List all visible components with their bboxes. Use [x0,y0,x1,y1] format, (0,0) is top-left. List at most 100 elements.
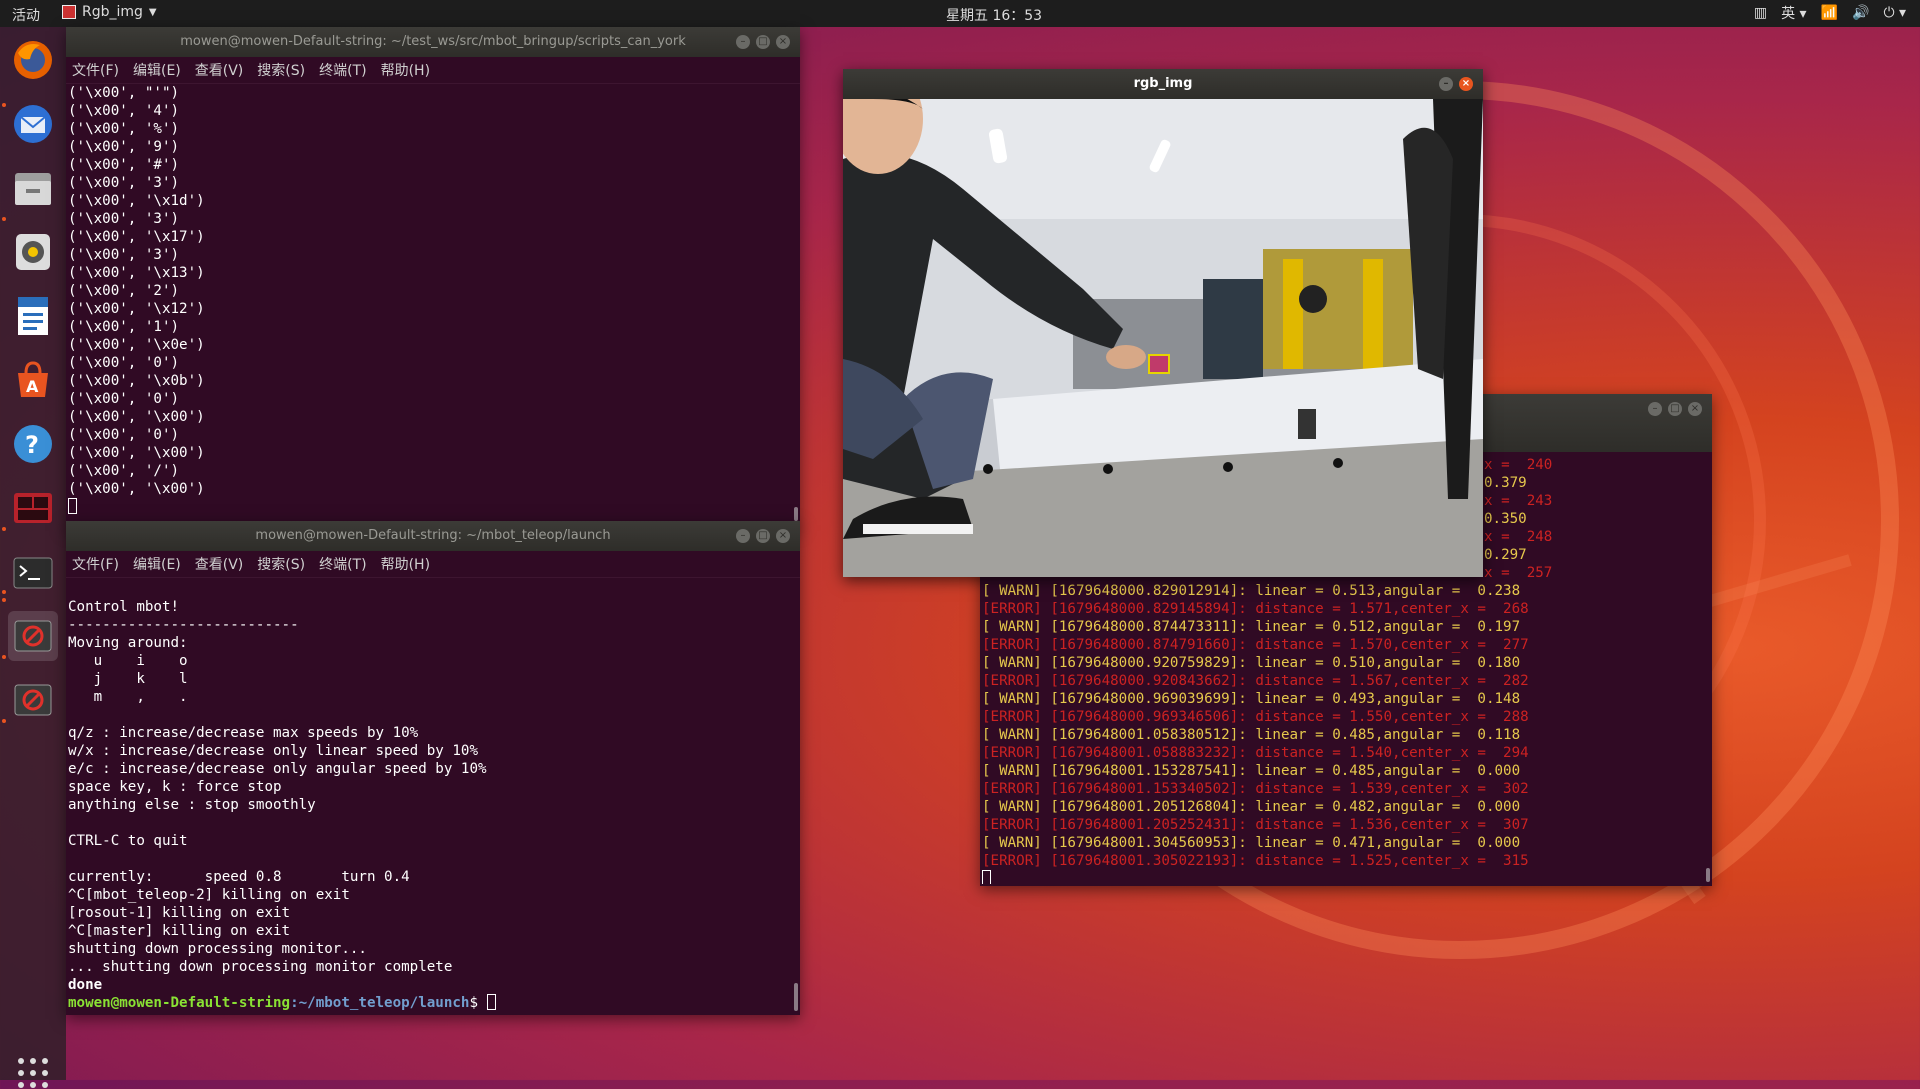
terminal-line: [ERROR] [1679648001.153340502]: distance… [982,781,1529,797]
writer-icon[interactable] [8,291,58,341]
maximize-button[interactable]: □ [756,35,770,49]
menu-search[interactable]: 搜索(S) [257,60,305,80]
input-method-indicator[interactable]: 英 ▾ [1781,3,1806,23]
show-apps-icon[interactable] [17,1057,49,1089]
terminal-line: ... shutting down processing monitor com… [68,959,453,975]
menu-view[interactable]: 查看(V) [195,554,244,574]
minimize-button[interactable]: – [1439,77,1453,91]
network-monitor-icon[interactable]: ▥ [1754,5,1767,21]
chevron-down-icon: ▼ [148,6,157,18]
software-center-icon[interactable]: A [8,355,58,405]
minimize-button[interactable]: – [736,529,750,543]
window-titlebar[interactable]: mowen@mowen-Default-string: ~/mbot_teleo… [66,521,800,551]
blocked-app-icon[interactable] [8,611,58,661]
maximize-button[interactable]: □ [1668,402,1682,416]
firefox-icon[interactable] [8,35,58,85]
terminal-line: ('\x00', '0') [68,355,180,371]
menu-view[interactable]: 查看(V) [195,60,244,80]
activities-button[interactable]: 活动 [12,5,40,25]
terminal-output[interactable]: ('\x00', "'") ('\x00', '4') ('\x00', '%') (… [66,84,800,524]
terminal-line: [ WARN] [1679648001.058380512]: linear =… [982,727,1521,743]
terminal-line: [ WARN] [1679648000.874473311]: linear =… [982,619,1521,635]
terminal-line: ('\x00', '\x00') [68,445,205,461]
scrollbar[interactable] [794,983,798,1011]
terminal-line: ('\x00', "'") [68,85,180,101]
prompt-path: :~/mbot_teleop/launch [290,995,470,1010]
terminal-line: [ WARN] [1679648001.304560953]: linear =… [982,835,1521,851]
help-icon[interactable]: ? [8,419,58,469]
rgb-image-window[interactable]: rgb_img – × [843,69,1483,577]
terminal-line: shutting down processing monitor... [68,941,367,957]
text-cursor [486,994,496,1010]
volume-icon[interactable]: 🔊 [1852,5,1869,21]
minimize-button[interactable]: – [736,35,750,49]
window-titlebar[interactable]: mowen@mowen-Default-string: ~/test_ws/sr… [66,27,800,57]
terminal-window-bringup[interactable]: mowen@mowen-Default-string: ~/test_ws/sr… [66,27,800,527]
menu-file[interactable]: 文件(F) [72,60,119,80]
terminal-line: q/z : increase/decrease max speeds by 10… [68,725,419,741]
app-menu[interactable]: Rgb_img ▼ [62,4,157,20]
terminal-line: j k l [68,671,188,687]
terminal-line: ('\x00', '0') [68,427,180,443]
close-button[interactable]: × [1688,402,1702,416]
maximize-button[interactable]: □ [756,529,770,543]
thunderbird-icon[interactable] [8,99,58,149]
terminal-output[interactable]: Control mbot! ---------------------------… [66,578,800,1010]
close-button[interactable]: × [1459,77,1473,91]
minimize-button[interactable]: – [1648,402,1662,416]
text-cursor [68,498,77,514]
terminal-window-teleop[interactable]: mowen@mowen-Default-string: ~/mbot_teleo… [66,521,800,1015]
terminal-line: ('\x00', '\x13') [68,265,205,281]
terminal-line: ^C[master] killing on exit [68,923,291,939]
window-title: rgb_img [1133,76,1193,91]
menu-help[interactable]: 帮助(H) [381,554,430,574]
terminal-line: ('\x00', '\x0e') [68,337,205,353]
menu-help[interactable]: 帮助(H) [381,60,430,80]
terminal-line: [ERROR] [1679648000.829145894]: distance… [982,601,1529,617]
terminal-line: ('\x00', '\x12') [68,301,205,317]
terminal-line: CTRL-C to quit [68,833,188,849]
wifi-icon[interactable]: 📶 [1821,5,1838,21]
terminal-line: [ERROR] [1679648001.058883232]: distance… [982,745,1529,761]
scrollbar[interactable] [1706,868,1710,882]
terminal-line: ('\x00', '\x17') [68,229,205,245]
blocked-app-icon-2[interactable] [8,675,58,725]
shell-prompt[interactable]: mowen@mowen-Default-string:~/mbot_teleop… [68,994,800,1010]
terminal-line: [ERROR] [1679648001.205252431]: distance… [982,817,1529,833]
menu-search[interactable]: 搜索(S) [257,554,305,574]
close-button[interactable]: × [776,35,790,49]
window-titlebar[interactable]: rgb_img – × [843,69,1483,99]
terminal-line: e/c : increase/decrease only angular spe… [68,761,487,777]
text-cursor [982,870,991,884]
terminal-line: [rosout-1] killing on exit [68,905,291,921]
terminal-line: ('\x00', '\x00') [68,409,205,425]
svg-text:A: A [26,377,39,396]
close-button[interactable]: × [776,529,790,543]
menu-terminal[interactable]: 终端(T) [319,554,366,574]
terminal-line: w/x : increase/decrease only linear spee… [68,743,478,759]
power-icon[interactable]: ⏻ ▾ [1883,5,1906,21]
terminal-icon[interactable] [8,548,58,598]
rhythmbox-icon[interactable] [8,227,58,277]
terminal-line: ('\x00', '1') [68,319,180,335]
terminal-line: [ WARN] [1679648001.205126804]: linear =… [982,799,1521,815]
menu-edit[interactable]: 编辑(E) [133,60,181,80]
terminal-line: space key, k : force stop [68,779,282,795]
terminal-line: anything else : stop smoothly [68,797,316,813]
menu-file[interactable]: 文件(F) [72,554,119,574]
terminal-line: ('\x00', '\x00') [68,481,205,497]
terminal-line: ('\x00', '3') [68,211,180,227]
scrollbar[interactable] [794,507,798,521]
files-icon[interactable] [8,163,58,213]
clock[interactable]: 星期五 16：53 [946,5,1042,25]
app-menu-label: Rgb_img [82,4,143,20]
menu-edit[interactable]: 编辑(E) [133,554,181,574]
terminal-line: u i o [68,653,188,669]
terminal-line: ('\x00', '\x0b') [68,373,205,389]
terminal-line: done [68,977,103,993]
menu-terminal[interactable]: 终端(T) [319,60,366,80]
terminal-line: --------------------------- [68,617,299,633]
terminal-multi-icon[interactable] [8,483,58,533]
terminal-cursor-line [982,870,1712,884]
